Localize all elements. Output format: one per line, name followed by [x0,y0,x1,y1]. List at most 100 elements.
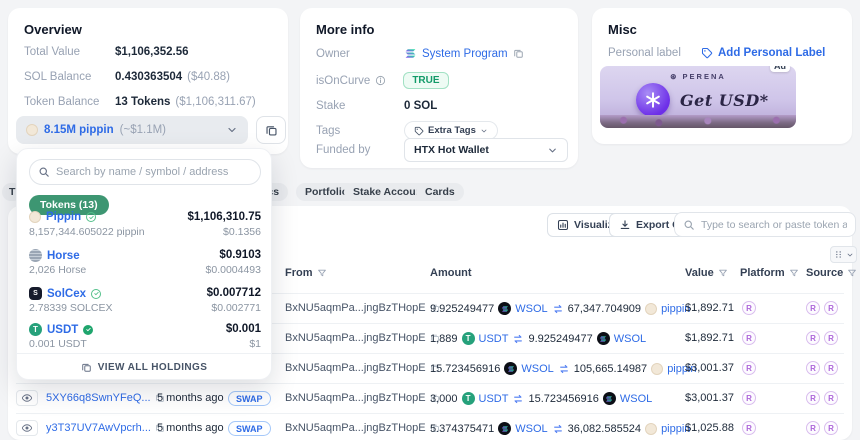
header-amount: Amount [430,267,472,279]
raydium-icon[interactable]: R [824,421,838,435]
amount-cell: 9.925249477 WSOL 67,347.704909 pippin [430,302,690,315]
funded-by-select[interactable]: HTX Hot Wallet [404,138,568,162]
overview-card: Overview Total Value $1,106,352.56 SOL B… [8,8,288,154]
platform-cell: R [742,421,756,435]
signature-link[interactable]: y3T37UV7AwVpcrh... [46,422,151,434]
raydium-icon[interactable]: R [824,361,838,375]
token-dropdown-search-input[interactable] [56,166,252,178]
table-row[interactable]: y3T37UV7AwVpcrh... 5 months ago SWAP BxN… [16,413,844,440]
token-link[interactable]: WSOL [614,333,646,345]
value-cell: $1,892.71 [685,332,734,344]
portfolio-icon [81,362,92,373]
is-on-curve-row: isOnCurve TRUE [316,72,449,89]
search-icon [683,219,695,231]
action-swap-badge[interactable]: SWAP [228,421,271,436]
preview-eye-button[interactable] [16,390,38,406]
preview-eye-button[interactable] [16,420,38,436]
tags-label: Tags [316,125,399,137]
raydium-icon[interactable]: R [806,301,820,315]
view-all-holdings-button[interactable]: VIEW ALL HOLDINGS [17,353,271,381]
raydium-icon[interactable]: R [806,361,820,375]
amount-cell: 3,000 T USDT 15.723456916 WSOL [430,392,652,405]
token-link[interactable]: WSOL [515,423,547,435]
swap-arrows-icon [558,363,570,375]
token-search-input[interactable] [701,219,847,231]
token-link[interactable]: WSOL [521,363,553,375]
ad-brand: ⊛ PERENA [600,72,796,81]
raydium-icon[interactable]: R [742,361,756,375]
sol-balance-label: SOL Balance [24,71,110,83]
add-personal-label-link[interactable]: Add Personal Label [718,47,825,59]
usdt-token-icon: T [462,392,475,405]
solana-icon [404,47,417,60]
platform-cell: R [742,331,756,345]
raydium-icon[interactable]: R [742,331,756,345]
filter-icon[interactable] [847,268,857,278]
stake-label: Stake [316,100,399,112]
raydium-icon[interactable]: R [824,301,838,315]
token-link[interactable]: USDT [479,393,509,405]
tab-cards[interactable]: Cards [416,183,464,201]
selected-token-amount: 8.15M pippin [44,124,114,136]
filter-icon[interactable] [789,268,799,278]
misc-card: Misc Personal label Add Personal Label ⊛… [592,8,852,144]
stake-value: 0 SOL [404,100,437,112]
raydium-icon[interactable]: R [824,391,838,405]
header-platform[interactable]: Platform [740,267,799,279]
owner-link[interactable]: System Program [422,48,508,60]
ad-banner[interactable]: ⊛ PERENA Get USD* Ad [600,66,796,128]
token-balance-row: Token Balance 13 Tokens ($1,106,311.67) [24,96,256,108]
raydium-icon[interactable]: R [824,331,838,345]
token-search-box [674,212,856,237]
token-list-item-pippin[interactable]: Pippin $1,106,310.75 8,157,344.605022 pi… [29,211,261,243]
holdings-panel-button[interactable] [256,116,286,144]
signature-cell: 5XY66q8SwnYFeQ... [46,392,165,404]
stake-row: Stake 0 SOL [316,100,437,112]
filter-icon[interactable] [718,268,728,278]
token-link[interactable]: USDT [479,333,509,345]
is-on-curve-label: isOnCurve [316,75,370,87]
token-list-item-horse[interactable]: Horse $0.9103 2,026 Horse $0.0004493 [29,249,261,281]
header-from[interactable]: From [285,267,327,279]
source-cell: R R [806,391,838,405]
owner-row: Owner System Program [316,47,524,60]
misc-title: Misc [608,22,637,37]
amount-cell: 15.723456916 WSOL 105,665.14987 pippin [430,362,697,375]
action-swap-badge[interactable]: SWAP [228,391,271,406]
raydium-icon[interactable]: R [806,331,820,345]
swap-arrows-icon [552,423,564,435]
eye-icon [21,392,33,404]
raydium-icon[interactable]: R [742,421,756,435]
signature-link[interactable]: 5XY66q8SwnYFeQ... [46,392,151,404]
token-link[interactable]: WSOL [515,303,547,315]
raydium-icon[interactable]: R [806,421,820,435]
token-list-item-solcex[interactable]: S SolCex $0.007712 2.78339 SOLCEX $0.002… [29,287,261,319]
more-info-card: More info Owner System Program isOnCurve… [300,8,578,168]
column-settings-button[interactable] [830,246,857,263]
filter-icon[interactable] [317,268,327,278]
asterisk-icon [644,91,662,109]
solcex-token-icon: S [29,287,42,300]
wsol-token-icon [498,422,511,435]
token-balance-label: Token Balance [24,96,110,108]
token-link[interactable]: WSOL [620,393,652,405]
chevron-down-icon [480,127,488,135]
copy-icon[interactable] [513,48,524,59]
time-cell: 5 months ago [157,392,224,404]
wsol-token-icon [597,332,610,345]
value-cell: $1,892.71 [685,302,734,314]
raydium-icon[interactable]: R [742,391,756,405]
table-row[interactable]: 5XY66q8SwnYFeQ... 5 months ago SWAP BxNU… [16,383,844,413]
token-selector[interactable]: 8.15M pippin (~$1.1M) [16,116,248,144]
raydium-icon[interactable]: R [742,301,756,315]
value-cell: $1,025.88 [685,422,734,434]
header-source[interactable]: Source [806,267,857,279]
token-list-item-usdt[interactable]: T USDT $0.001 0.001 USDT $1 [29,323,261,355]
raydium-icon[interactable]: R [806,391,820,405]
info-icon[interactable] [375,75,386,86]
platform-cell: R [742,391,756,405]
chevron-down-icon [547,145,558,156]
sol-balance-row: SOL Balance 0.430363504 ($40.88) [24,71,230,83]
wsol-token-icon [504,362,517,375]
header-value[interactable]: Value [685,267,728,279]
